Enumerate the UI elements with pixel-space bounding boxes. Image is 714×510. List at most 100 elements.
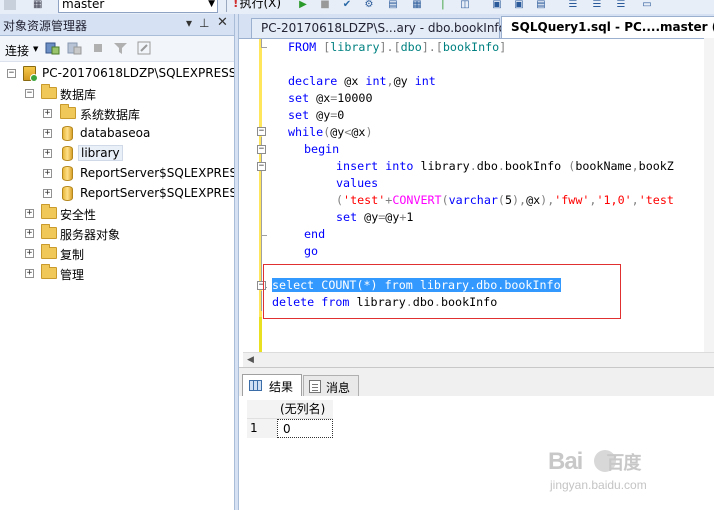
highlight-box — [263, 264, 621, 319]
outdent-icon[interactable]: ☰ — [614, 0, 628, 11]
code-line-12: go — [304, 244, 319, 258]
scroll-left-icon[interactable]: ◀ — [247, 355, 254, 365]
column-header[interactable]: (无列名) — [277, 400, 333, 419]
fold-line — [261, 39, 262, 47]
tab-table-editor[interactable]: PC-20170618LDZP\S...ary - dbo.bookInfo — [251, 18, 506, 38]
code-line-1: FROM [library].[dbo].[bookInfo] — [288, 40, 507, 54]
include-plan-icon[interactable]: ❘ — [436, 0, 450, 11]
editor-gutter — [239, 39, 257, 352]
tab-label: PC-20170618LDZP\S...ary - dbo.bookInfo — [261, 21, 506, 35]
code-line-5: while(@y<@x) — [288, 125, 373, 139]
folder-icon — [60, 104, 76, 119]
close-icon[interactable]: ✕ — [217, 15, 228, 30]
row-header[interactable]: 1 — [247, 419, 277, 438]
message-icon — [309, 380, 321, 393]
toolbar-icon[interactable] — [4, 0, 16, 10]
tab-messages[interactable]: 消息 — [303, 375, 359, 396]
folder-icon — [41, 204, 57, 219]
display-plan-icon[interactable]: ▤ — [386, 0, 400, 11]
parse-check-icon[interactable]: ✔ — [340, 0, 354, 11]
execute-icon: ! — [233, 0, 239, 10]
collapse-icon[interactable]: − — [25, 89, 34, 98]
code-line-8: values — [336, 176, 379, 190]
uncomment-icon[interactable]: ☰ — [566, 0, 580, 11]
tree-node-label: 系统数据库 — [80, 108, 141, 122]
tree-node-database[interactable]: + ReportServer$SQLEXPRES — [0, 164, 234, 184]
tree-node-database[interactable]: + databaseoa — [0, 124, 234, 144]
refresh-icon[interactable] — [137, 41, 152, 55]
editor-horizontal-scrollbar[interactable]: ◀ — [243, 352, 714, 367]
comment-icon[interactable]: ▤ — [534, 0, 548, 11]
connect-button[interactable]: 连接 — [5, 42, 29, 59]
tree-node-server[interactable]: − PC-20170618LDZP\SQLEXPRESS — [0, 64, 234, 84]
code-line-2: declare @x int,@y int — [288, 74, 436, 88]
tree-node-database-selected[interactable]: + library — [0, 144, 234, 164]
code-line-6: begin — [304, 142, 340, 156]
expand-icon[interactable]: + — [25, 229, 34, 238]
result-cell[interactable]: 0 — [277, 419, 333, 438]
collapse-icon[interactable]: − — [257, 145, 266, 154]
tab-label: SQLQuery1.sql - PC....master (fww — [511, 20, 714, 34]
expand-icon[interactable]: + — [43, 129, 52, 138]
tree-node-replication[interactable]: + 复制 — [0, 244, 234, 264]
query-options-icon[interactable]: ⚙ — [362, 0, 376, 11]
grid-corner[interactable] — [247, 400, 277, 419]
tree-node-label: PC-20170618LDZP\SQLEXPRESS — [42, 66, 234, 80]
results-to-text-icon[interactable]: ▣ — [490, 0, 504, 11]
window-position-icon[interactable]: ▾ — [186, 16, 192, 30]
expand-icon[interactable]: + — [43, 189, 52, 198]
code-line-10: set @y=@y+1 — [336, 210, 414, 224]
object-explorer-toolbar-icon[interactable]: ▦ — [33, 0, 47, 10]
fold-line — [261, 47, 267, 48]
code-line-4: set @y=0 — [288, 108, 345, 122]
database-icon — [62, 126, 73, 141]
tab-results[interactable]: 结果 — [242, 374, 302, 397]
tree-node-label: 服务器对象 — [60, 228, 121, 242]
database-icon — [62, 166, 73, 181]
folder-icon — [41, 244, 57, 259]
expand-icon[interactable]: + — [25, 209, 34, 218]
tree-node-system-databases[interactable]: + 系统数据库 — [0, 104, 234, 124]
collapse-icon[interactable]: − — [257, 127, 266, 136]
tree-node-security[interactable]: + 安全性 — [0, 204, 234, 224]
stop-icon[interactable]: ■ — [318, 0, 332, 11]
chevron-down-icon[interactable]: ▼ — [33, 45, 38, 53]
tab-label: 消息 — [326, 381, 351, 395]
server-icon — [23, 66, 38, 82]
collapse-icon[interactable]: − — [7, 69, 16, 78]
tree-node-server-objects[interactable]: + 服务器对象 — [0, 224, 234, 244]
collapse-icon[interactable]: − — [257, 162, 266, 171]
stop-icon[interactable] — [91, 41, 106, 55]
tree-node-management[interactable]: + 管理 — [0, 264, 234, 284]
connect-server-icon[interactable] — [45, 41, 60, 55]
folder-icon — [41, 224, 57, 239]
fold-line — [261, 291, 262, 311]
tab-query-editor[interactable]: SQLQuery1.sql - PC....master (fww — [501, 16, 714, 38]
tree-node-databases[interactable]: − 数据库 — [0, 84, 234, 104]
folder-icon — [41, 84, 57, 99]
database-icon — [62, 186, 73, 201]
filter-icon[interactable] — [113, 41, 128, 55]
database-select[interactable]: master ▼ — [58, 0, 218, 13]
results-to-file-icon[interactable]: ▣ — [512, 0, 526, 11]
tree-node-database[interactable]: + ReportServer$SQLEXPRES — [0, 184, 234, 204]
expand-icon[interactable]: + — [43, 169, 52, 178]
disconnect-icon[interactable] — [67, 41, 82, 55]
debug-play-icon[interactable]: ▶ — [296, 0, 310, 11]
expand-icon[interactable]: + — [43, 149, 52, 158]
editor-vertical-scrollbar[interactable] — [704, 38, 714, 352]
folder-icon — [41, 264, 57, 279]
client-stats-icon[interactable]: ◫ — [458, 0, 472, 11]
execute-button[interactable]: !执行(X) — [233, 0, 291, 13]
object-explorer-title: 对象资源管理器 — [3, 19, 88, 33]
expand-icon[interactable]: + — [25, 269, 34, 278]
expand-icon[interactable]: + — [25, 249, 34, 258]
tree-node-label: 数据库 — [60, 88, 97, 102]
paw-icon — [594, 450, 616, 472]
results-to-grid-icon[interactable]: ▦ — [410, 0, 424, 11]
specify-values-icon[interactable]: ▭ — [640, 0, 654, 11]
document-tabs: PC-20170618LDZP\S...ary - dbo.bookInfo S… — [239, 14, 714, 38]
indent-icon[interactable]: ☰ — [590, 0, 604, 11]
expand-icon[interactable]: + — [43, 109, 52, 118]
pin-icon[interactable]: ⊥ — [199, 16, 209, 30]
